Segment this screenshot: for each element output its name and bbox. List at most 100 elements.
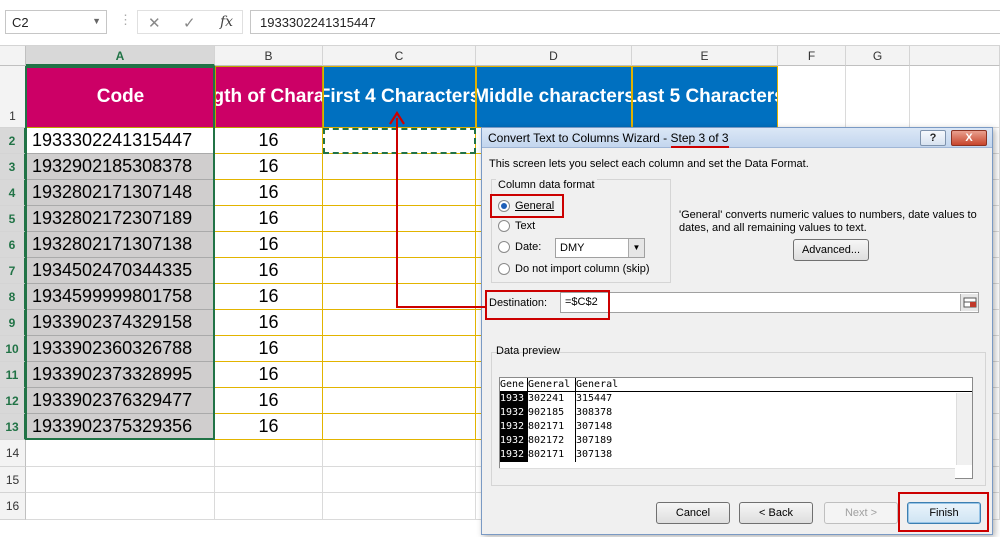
row-header[interactable]: 11	[0, 362, 26, 388]
cell[interactable]	[215, 493, 323, 520]
length-cell[interactable]: 16	[215, 154, 323, 180]
length-cell[interactable]: 16	[215, 206, 323, 232]
row-header[interactable]: 10	[0, 336, 26, 362]
header-cell-a[interactable]: Code	[26, 66, 215, 128]
cell[interactable]	[323, 258, 476, 284]
column-header[interactable]: E	[632, 46, 778, 66]
radio-text[interactable]: Text	[498, 220, 535, 232]
code-cell[interactable]: 1932802171307148	[26, 180, 215, 206]
cell[interactable]	[323, 467, 476, 493]
range-picker-icon[interactable]	[960, 294, 978, 311]
cell[interactable]	[910, 66, 1000, 128]
preview-horizontal-scrollbar[interactable]	[499, 468, 955, 482]
name-box[interactable]: C2 ▼	[5, 10, 107, 34]
header-cell-e[interactable]: Last 5 Characters	[632, 66, 778, 128]
code-cell[interactable]: 1933302241315447	[26, 128, 215, 154]
column-header[interactable]: D	[476, 46, 632, 66]
row-header[interactable]: 5	[0, 206, 26, 232]
radio-date[interactable]: Date:	[498, 241, 541, 253]
cell[interactable]	[323, 154, 476, 180]
length-cell[interactable]: 16	[215, 232, 323, 258]
formula-input[interactable]: 1933302241315447	[250, 10, 1000, 34]
cell[interactable]	[323, 414, 476, 440]
finish-button[interactable]: Finish	[907, 502, 981, 524]
code-cell[interactable]: 1932802171307138	[26, 232, 215, 258]
header-cell-b[interactable]: Length of Character	[215, 66, 323, 128]
row-header[interactable]: 1	[0, 66, 26, 128]
length-cell[interactable]: 16	[215, 180, 323, 206]
cancel-button[interactable]: Cancel	[656, 502, 730, 524]
length-cell[interactable]: 16	[215, 128, 323, 154]
help-button[interactable]: ?	[920, 130, 946, 146]
date-format-select[interactable]: DMY ▼	[555, 238, 645, 258]
length-cell[interactable]: 16	[215, 362, 323, 388]
cell[interactable]	[323, 440, 476, 467]
column-header[interactable]: G	[846, 46, 910, 66]
row-header[interactable]: 8	[0, 284, 26, 310]
row-header[interactable]: 2	[0, 128, 26, 154]
row-header[interactable]: 7	[0, 258, 26, 284]
column-header[interactable]: B	[215, 46, 323, 66]
select-all-corner[interactable]	[0, 46, 26, 66]
column-header[interactable]	[910, 46, 1000, 66]
cell[interactable]	[323, 362, 476, 388]
row-header[interactable]: 13	[0, 414, 26, 440]
column-header[interactable]: F	[778, 46, 846, 66]
length-cell[interactable]: 16	[215, 388, 323, 414]
code-cell[interactable]: 1933902374329158	[26, 310, 215, 336]
close-button[interactable]: X	[951, 130, 987, 146]
cell[interactable]	[26, 493, 215, 520]
column-header[interactable]: C	[323, 46, 476, 66]
cell[interactable]	[26, 440, 215, 467]
cell[interactable]	[323, 232, 476, 258]
cell[interactable]	[323, 310, 476, 336]
length-cell[interactable]: 16	[215, 414, 323, 440]
advanced-button[interactable]: Advanced...	[793, 239, 869, 261]
cell[interactable]	[323, 493, 476, 520]
code-cell[interactable]: 1934599999801758	[26, 284, 215, 310]
back-button[interactable]: < Back	[739, 502, 813, 524]
code-cell[interactable]: 1933902373328995	[26, 362, 215, 388]
cell[interactable]	[846, 66, 910, 128]
enter-icon[interactable]: ✓	[183, 14, 196, 32]
destination-input[interactable]: =$C$2	[560, 292, 979, 313]
code-cell[interactable]: 1933902375329356	[26, 414, 215, 440]
row-header[interactable]: 15	[0, 467, 26, 493]
length-cell[interactable]: 16	[215, 258, 323, 284]
row-header[interactable]: 16	[0, 493, 26, 520]
code-cell[interactable]: 1933902360326788	[26, 336, 215, 362]
cell[interactable]	[323, 336, 476, 362]
cell[interactable]	[215, 467, 323, 493]
length-cell[interactable]: 16	[215, 336, 323, 362]
header-cell-d[interactable]: Middle characters	[476, 66, 632, 128]
code-cell[interactable]: 1932802172307189	[26, 206, 215, 232]
code-cell[interactable]: 1933902376329477	[26, 388, 215, 414]
cell[interactable]	[323, 388, 476, 414]
code-cell[interactable]: 1934502470344335	[26, 258, 215, 284]
column-header[interactable]: A	[26, 46, 215, 66]
preview-vertical-scrollbar[interactable]	[956, 393, 972, 465]
length-cell[interactable]: 16	[215, 310, 323, 336]
radio-general[interactable]: General	[498, 200, 554, 212]
row-header[interactable]: 3	[0, 154, 26, 180]
row-header[interactable]: 12	[0, 388, 26, 414]
chevron-down-icon[interactable]: ▼	[92, 16, 101, 26]
next-button[interactable]: Next >	[824, 502, 898, 524]
insert-function-icon[interactable]: fx	[220, 14, 233, 30]
cell[interactable]	[26, 467, 215, 493]
row-header[interactable]: 4	[0, 180, 26, 206]
row-header[interactable]: 9	[0, 310, 26, 336]
chevron-down-icon[interactable]: ▼	[628, 239, 644, 257]
length-cell[interactable]: 16	[215, 284, 323, 310]
row-header[interactable]: 6	[0, 232, 26, 258]
cell[interactable]	[323, 180, 476, 206]
cell[interactable]	[778, 66, 846, 128]
data-preview[interactable]: Gene General General 1933 302241 315447 1932 90…	[499, 377, 973, 479]
cancel-icon[interactable]: ✕	[148, 14, 161, 32]
cell[interactable]	[323, 128, 476, 154]
row-header[interactable]: 14	[0, 440, 26, 467]
cell[interactable]	[323, 206, 476, 232]
code-cell[interactable]: 1932902185308378	[26, 154, 215, 180]
radio-skip[interactable]: Do not import column (skip)	[498, 263, 650, 275]
cell[interactable]	[215, 440, 323, 467]
